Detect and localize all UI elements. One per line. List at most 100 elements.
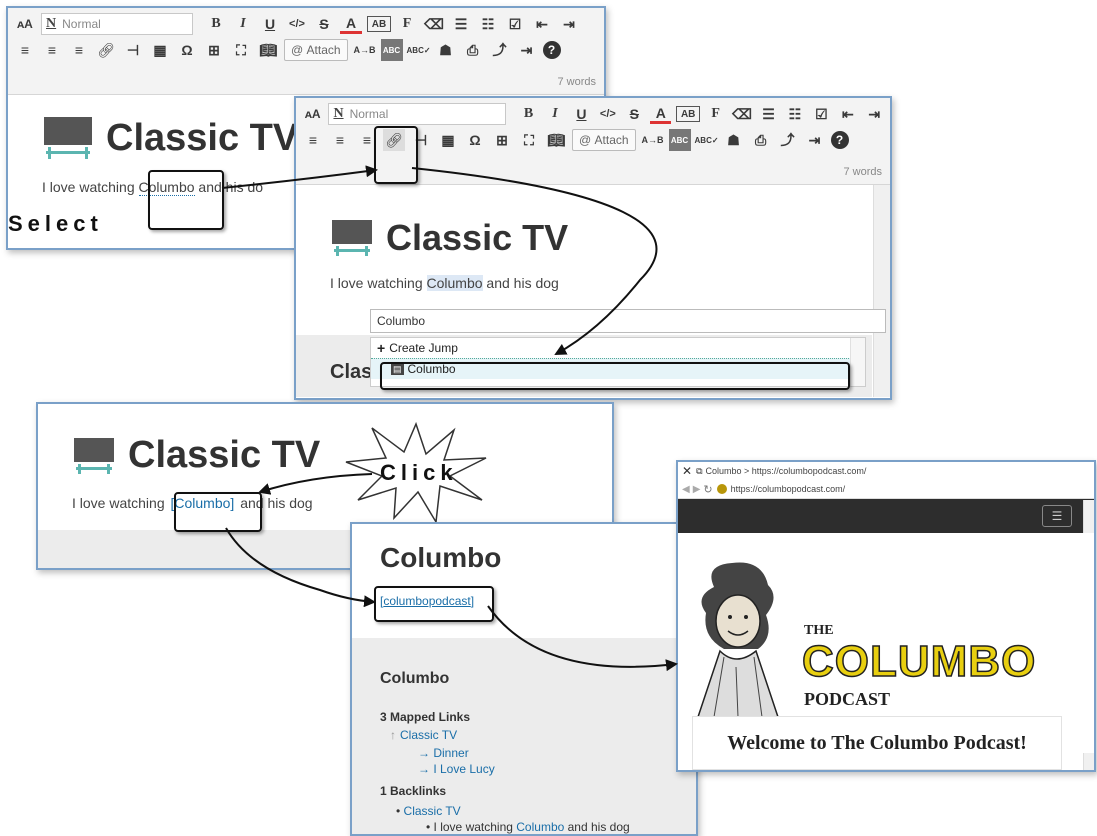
style-dropdown[interactable]: N Normal [328,103,506,125]
browser-tab-title: Columbo > https://columbopodcast.com/ [705,466,867,476]
font-button[interactable]: F [396,13,418,35]
callout-selected-word [148,170,224,230]
font-size-icon[interactable]: ᴀA [14,13,36,35]
align-right-icon[interactable]: ≡ [68,39,90,61]
favicon-icon [716,484,727,494]
font-button[interactable]: F [705,103,726,125]
close-icon[interactable]: ✕ [682,464,692,478]
horizontal-rule-icon[interactable]: ⊣ [122,39,144,61]
replace-icon[interactable]: A→B [642,129,664,151]
highlight-button[interactable]: AB [676,106,700,122]
omega-icon[interactable]: Ω [464,129,486,151]
replace-icon[interactable]: A→B [354,39,376,61]
help-icon[interactable]: ? [542,41,561,59]
spy-icon[interactable]: ☗ [435,39,457,61]
export-icon[interactable]: ⤴ [777,129,799,151]
align-left-icon[interactable]: ≡ [14,39,36,61]
italic-button[interactable]: I [544,103,565,125]
attach-label: Attach [594,133,629,147]
font-size-icon[interactable]: ᴀA [302,103,323,125]
collapse-icon[interactable]: ⇥ [516,39,538,61]
print-icon[interactable]: ⎙ [462,39,484,61]
highlight-button[interactable]: AB [367,16,391,32]
backlink-context-link[interactable]: Columbo [516,820,564,834]
word-count: 7 words [843,166,882,178]
attach-button[interactable]: @ Attach [572,129,636,151]
body-text-after: and his dog [482,275,559,291]
logo-podcast: PODCAST [804,689,891,709]
spy-icon[interactable]: ☗ [723,129,745,151]
numbered-list-icon[interactable]: ☷ [477,13,499,35]
forward-icon[interactable]: ▶ [693,484,701,495]
links-sidebar-title: Columbo [380,670,450,687]
note-body: I love watching [Columbo] and his dog [72,495,612,511]
underline-button[interactable]: U [571,103,592,125]
mapped-child-label: Dinner [433,746,469,760]
eraser-icon[interactable]: ⌫ [423,13,445,35]
align-left-icon[interactable]: ≡ [302,129,324,151]
italic-button[interactable]: I [232,13,254,35]
bullet-list-icon[interactable]: ☰ [758,103,779,125]
omega-icon[interactable]: Ω [176,39,198,61]
body-text-before: I love watching [330,275,427,291]
indent-icon[interactable]: ⇥ [864,103,885,125]
note-title-row: Classic TV [330,217,890,259]
abc-icon[interactable]: ABC [380,39,403,61]
back-icon[interactable]: ◀ [682,484,690,495]
align-center-icon[interactable]: ≡ [41,39,63,61]
code-button[interactable]: </> [286,13,308,35]
help-icon[interactable]: ? [830,131,849,149]
numbered-list-icon[interactable]: ☷ [784,103,805,125]
strikethrough-button[interactable]: S [313,13,335,35]
columbo-illustration [684,557,790,727]
frame-icon[interactable]: ⛶ [518,129,540,151]
spellcheck-icon[interactable]: ABC✓ [407,39,431,61]
menu-icon[interactable]: ☰ [1042,505,1072,527]
code-button[interactable]: </> [597,103,618,125]
strikethrough-button[interactable]: S [624,103,645,125]
collapse-icon[interactable]: ⇥ [804,129,826,151]
print-icon[interactable]: ⎙ [750,129,772,151]
indent-icon[interactable]: ⇥ [558,13,580,35]
book-icon[interactable]: 📖︎ [545,129,567,151]
checkbox-icon[interactable]: ☑ [811,103,832,125]
spellcheck-icon[interactable]: ABC✓ [695,129,719,151]
font-color-button[interactable]: A [650,105,672,124]
calendar-icon[interactable]: ▦ [437,129,459,151]
bullet-list-icon[interactable]: ☰ [450,13,472,35]
results-scrollbar[interactable] [850,338,865,386]
book-icon[interactable]: 📖︎ [257,39,279,61]
font-color-button[interactable]: A [340,15,362,34]
export-icon[interactable]: ⤴ [489,39,511,61]
reload-icon[interactable]: ↻ [703,483,712,496]
welcome-box: Welcome to The Columbo Podcast! [692,716,1062,770]
underline-button[interactable]: U [259,13,281,35]
checkbox-icon[interactable]: ☑ [504,13,526,35]
backlink-item[interactable]: • Classic TV [396,804,461,818]
selected-word[interactable]: Columbo [426,275,483,291]
welcome-heading: Welcome to The Columbo Podcast! [727,731,1027,754]
bold-button[interactable]: B [205,13,227,35]
link-icon[interactable]: 🔗︎ [95,39,117,61]
note-title: Classic TV [128,434,321,476]
frame-icon[interactable]: ⛶ [230,39,252,61]
link-search-input[interactable]: Columbo [370,309,886,333]
mapped-child-lucy[interactable]: → I Love Lucy [418,760,495,778]
abc-icon[interactable]: ABC [668,129,691,151]
bold-button[interactable]: B [518,103,539,125]
style-dropdown[interactable]: N Normal [41,13,193,35]
outdent-icon[interactable]: ⇤ [837,103,858,125]
backlink-context: • I love watching Columbo and his dog [426,820,630,834]
calendar-icon[interactable]: ▦ [149,39,171,61]
eraser-icon[interactable]: ⌫ [731,103,752,125]
callout-link-button [374,126,418,184]
outdent-icon[interactable]: ⇤ [531,13,553,35]
url-field[interactable]: https://columbopodcast.com/ [731,484,846,494]
attach-button[interactable]: @ Attach [284,39,348,61]
create-jump-item[interactable]: + Create Jump [371,338,865,358]
table-icon[interactable]: ⊞ [203,39,225,61]
mapped-root[interactable]: ↑ Classic TV [390,728,457,742]
tv-icon [72,436,116,476]
table-icon[interactable]: ⊞ [491,129,513,151]
align-center-icon[interactable]: ≡ [329,129,351,151]
